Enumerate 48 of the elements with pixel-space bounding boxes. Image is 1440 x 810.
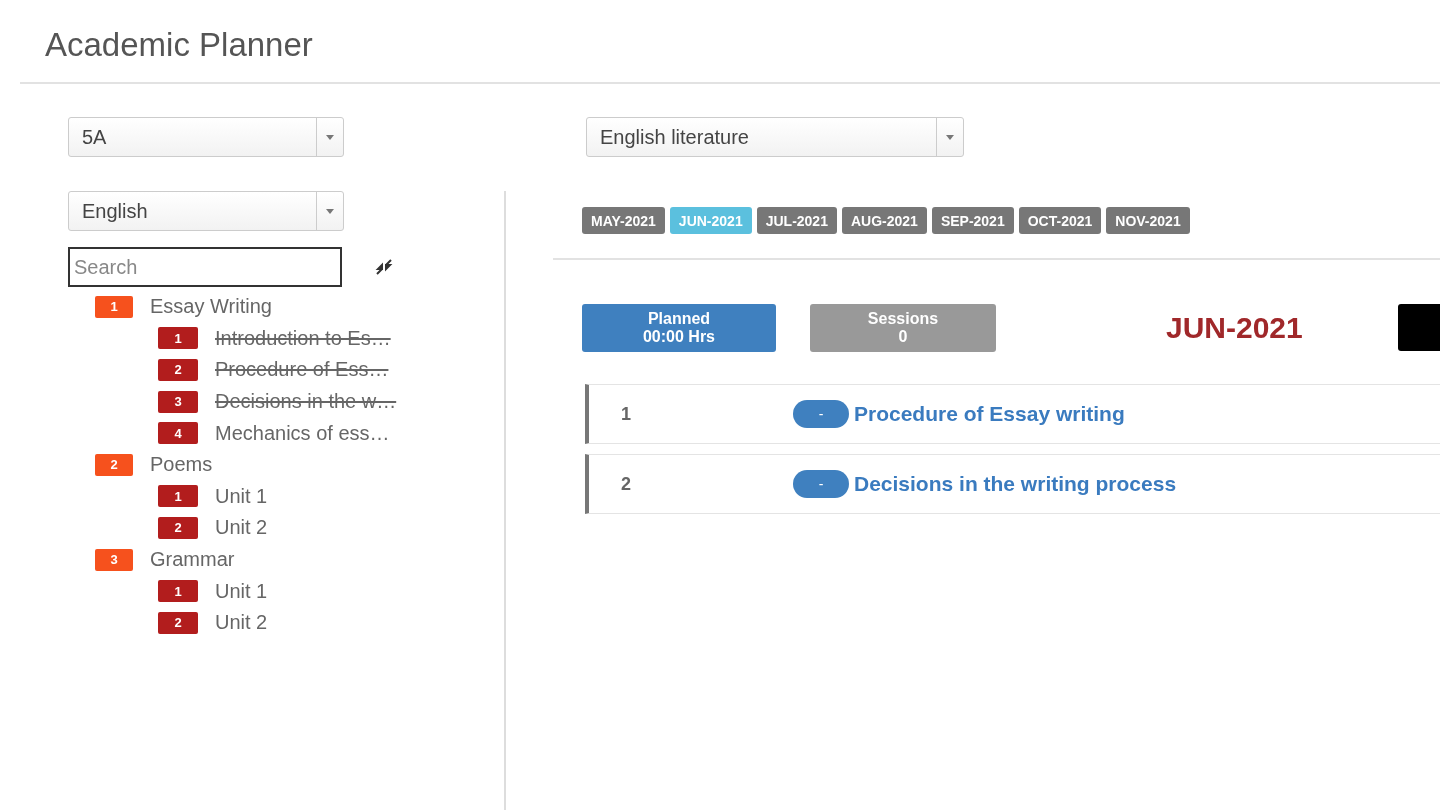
number-badge: 1 (95, 295, 133, 318)
chapter-item[interactable]: Grammar (150, 548, 235, 572)
number-badge: 3 (95, 548, 133, 571)
search-field[interactable]: Search (68, 247, 342, 287)
stat-label: Planned (647, 310, 711, 328)
topic-item[interactable]: Decisions in the w… (215, 390, 397, 414)
month-tab[interactable]: OCT-2021 (1018, 207, 1102, 234)
month-tab[interactable]: SEP-2021 (931, 207, 1014, 234)
topic-item[interactable]: Unit 1 (215, 484, 268, 508)
session-title[interactable]: Decisions in the writing process (854, 472, 1177, 496)
topic-item[interactable]: Procedure of Ess… (215, 358, 389, 382)
topic-item[interactable]: Unit 2 (215, 611, 268, 635)
stat-value: 00:00 Hrs (642, 328, 715, 346)
number-badge: 2 (158, 611, 198, 634)
number-badge: 3 (158, 390, 198, 413)
stat-value: 0 (898, 328, 908, 346)
month-heading: JUN-2021 (1166, 311, 1303, 345)
toggle-button[interactable]: - (793, 470, 849, 498)
caret-icon (326, 134, 334, 140)
collapse-icon[interactable] (374, 257, 394, 277)
number-badge: 1 (158, 485, 198, 508)
topic-item[interactable]: Unit 1 (215, 579, 268, 603)
stat-label: Sessions (867, 310, 939, 328)
chapter-item[interactable]: Essay Writing (150, 295, 272, 319)
session-title[interactable]: Procedure of Essay writing (854, 402, 1125, 426)
topic-item[interactable]: Unit 2 (215, 516, 268, 540)
topic-item[interactable]: Introduction to Es… (215, 326, 391, 350)
number-badge: 4 (158, 422, 198, 445)
number-badge: 1 (158, 327, 198, 350)
month-tab[interactable]: NOV-2021 (1106, 207, 1190, 234)
caret-icon (946, 134, 954, 140)
page-title: Academic Planner (45, 25, 314, 64)
class-select[interactable]: 5A (68, 117, 344, 157)
chapter-item[interactable]: Poems (150, 453, 213, 477)
session-number: 2 (620, 473, 632, 495)
month-tab[interactable]: JUL-2021 (756, 207, 837, 234)
session-number: 1 (620, 403, 632, 425)
caret-icon (326, 208, 334, 214)
month-tab[interactable]: MAY-2021 (582, 207, 665, 234)
toggle-button[interactable]: - (793, 400, 849, 428)
subject-select[interactable]: English (68, 191, 344, 231)
number-badge: 2 (158, 516, 198, 539)
number-badge: 2 (158, 359, 198, 381)
book-select[interactable]: English literature (586, 117, 964, 157)
number-badge: 2 (95, 453, 133, 476)
number-badge: 1 (158, 580, 198, 603)
topic-item[interactable]: Mechanics of ess… (215, 421, 390, 445)
month-tab[interactable]: AUG-2021 (841, 207, 927, 234)
